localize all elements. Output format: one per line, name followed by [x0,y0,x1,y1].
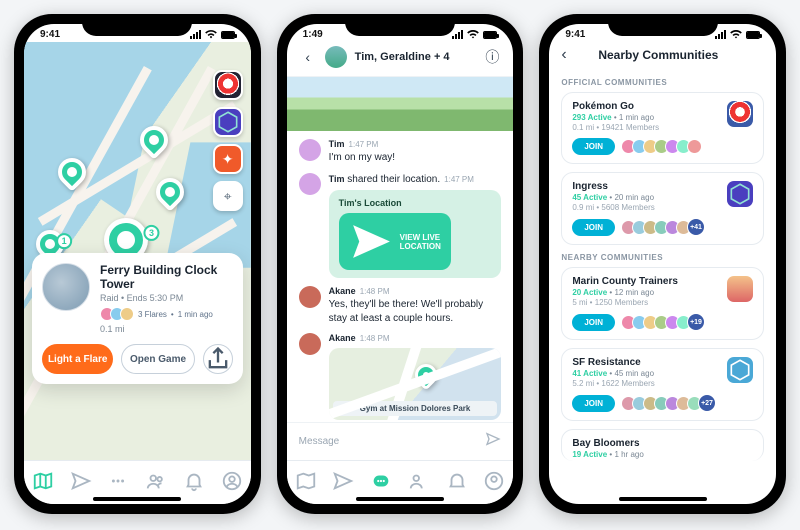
join-button[interactable]: JOIN [572,219,615,236]
composer: Message [287,422,514,460]
community-card[interactable]: Pokémon Go 293 Active • 1 min ago 0.1 mi… [561,92,764,164]
back-icon[interactable]: ‹ [299,49,317,65]
wifi-icon [466,29,480,40]
locate-icon[interactable]: ⌖ [213,181,243,211]
join-button[interactable]: JOIN [572,138,615,155]
clock: 1:49 [303,29,323,40]
avatar[interactable] [299,139,321,161]
wifi-icon [204,29,218,40]
share-button[interactable] [203,344,233,374]
shared-map[interactable]: Gym at Mission Dolores Park [329,348,502,420]
wifi-icon [729,29,743,40]
more-count: +19 [687,313,705,331]
tab-send[interactable] [70,470,92,492]
community-card[interactable]: Bay Bloomers 19 Active • 1 hr ago [561,429,764,461]
message-row: Akane1:48 PM Gym at Mission Dolores Park [299,333,502,420]
light-flare-button[interactable]: Light a Flare [42,344,113,374]
phone-communities: 9:41 ‹ Nearby Communities OFFICIAL COMMU… [539,14,786,514]
app-icon[interactable]: ✦ [213,144,243,174]
tab-chat[interactable] [370,470,392,492]
message-row: Tim shared their location.1:47 PM Tim's … [299,173,502,279]
more-count: +41 [687,218,705,236]
ingress-icon[interactable] [213,107,243,137]
info-icon[interactable]: ⓘ [483,47,501,67]
chat-title[interactable]: Tim, Geraldine + 4 [355,51,476,63]
location-card: Ferry Building Clock Tower Raid • Ends 5… [32,253,243,384]
community-card[interactable]: Ingress 45 Active • 20 min ago 0.9 mi • … [561,172,764,245]
avatar[interactable] [299,173,321,195]
location-subtitle: Raid • Ends 5:30 PM [100,293,233,303]
shared-photo[interactable] [287,77,514,131]
community-card[interactable]: SF Resistance 41 Active • 45 min ago 5.2… [561,348,764,421]
group-avatar[interactable] [325,46,347,68]
tab-map[interactable] [295,470,317,492]
tab-send[interactable] [332,470,354,492]
tab-people[interactable] [145,470,167,492]
location-meta: 3 Flares•1 min ago [100,307,233,321]
pokeball-icon [727,101,753,127]
avatar[interactable] [299,286,321,308]
community-card[interactable]: Marin County Trainers 20 Active • 12 min… [561,267,764,340]
location-image [42,263,90,311]
open-game-button[interactable]: Open Game [121,344,194,374]
pokeball-icon[interactable] [213,70,243,100]
phone-chat: 1:49 ‹ Tim, Geraldine + 4 ⓘ Tim1:47 PM I… [277,14,524,514]
view-location-button[interactable]: VIEW LIVE LOCATION [339,213,451,270]
tab-map[interactable] [32,470,54,492]
chat-header: ‹ Tim, Geraldine + 4 ⓘ [287,42,514,77]
more-count: +27 [698,394,716,412]
map-caption: Gym at Mission Dolores Park [333,401,498,416]
chat-scroll[interactable]: Tim1:47 PM I'm on my way! Tim shared the… [287,77,514,422]
section-header: NEARBY COMMUNITIES [561,253,764,262]
tab-profile[interactable] [483,470,505,492]
location-distance: 0.1 mi [100,324,233,334]
section-header: OFFICIAL COMMUNITIES [561,78,764,87]
clock: 9:41 [565,29,585,40]
location-card[interactable]: Tim's Location VIEW LIVE LOCATION [329,190,502,278]
avatar[interactable] [299,333,321,355]
tab-people[interactable] [408,470,430,492]
message-row: Akane1:48 PM Yes, they'll be there! We'l… [299,286,502,325]
page-title: Nearby Communities [567,48,750,62]
tab-chat[interactable] [107,470,129,492]
tab-alerts[interactable] [446,470,468,492]
location-title: Ferry Building Clock Tower [100,263,233,291]
send-icon[interactable] [485,431,501,452]
ingress-icon [727,181,753,207]
join-button[interactable]: JOIN [572,314,615,331]
community-icon [727,276,753,302]
community-icon [727,357,753,383]
community-list[interactable]: OFFICIAL COMMUNITIES Pokémon Go 293 Acti… [549,72,776,504]
tab-alerts[interactable] [183,470,205,492]
member-avatars [621,139,702,154]
message-row: Tim1:47 PM I'm on my way! [299,139,502,165]
battery-icon [221,31,235,39]
page-header: ‹ Nearby Communities [549,42,776,72]
tab-profile[interactable] [221,470,243,492]
map-pin-icon [410,359,441,390]
signal-icon [190,30,201,39]
phone-map: 9:41 1 3 ✦ ⌖ Ferry Building Clock Tower … [14,14,261,514]
map-view[interactable]: 1 3 ✦ ⌖ Ferry Building Clock Tower Raid … [24,42,251,460]
join-button[interactable]: JOIN [572,395,615,412]
clock: 9:41 [40,29,60,40]
message-input[interactable]: Message [299,436,478,447]
